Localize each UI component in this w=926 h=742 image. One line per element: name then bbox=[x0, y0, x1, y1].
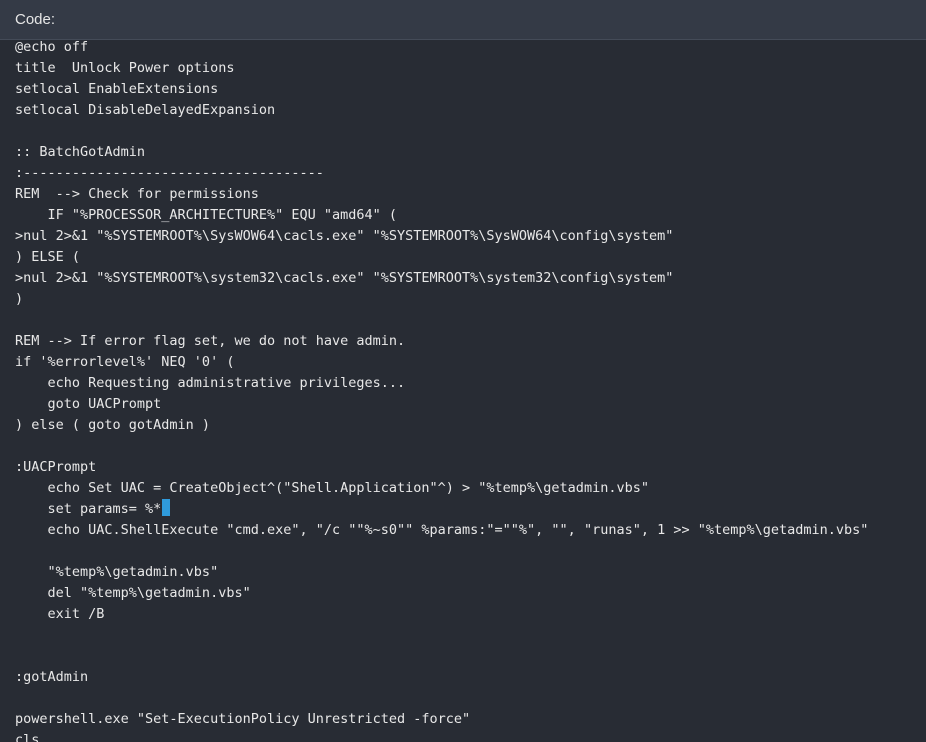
code-line: title Unlock Power options bbox=[15, 60, 235, 76]
code-line: exit /B bbox=[15, 606, 105, 622]
code-line: REM --> If error flag set, we do not hav… bbox=[15, 333, 406, 349]
code-header: Code: bbox=[0, 0, 926, 40]
code-line: if '%errorlevel%' NEQ '0' ( bbox=[15, 354, 235, 370]
code-line: ) bbox=[15, 291, 24, 307]
code-line: goto UACPrompt bbox=[15, 396, 162, 412]
code-header-label: Code: bbox=[15, 11, 56, 28]
code-line: set params= %* bbox=[15, 499, 926, 520]
code-line: echo UAC.ShellExecute "cmd.exe", "/c ""%… bbox=[15, 522, 869, 538]
code-line: ) else ( goto gotAdmin ) bbox=[15, 417, 211, 433]
code-line: IF "%PROCESSOR_ARCHITECTURE%" EQU "amd64… bbox=[15, 207, 398, 223]
code-line: del "%temp%\getadmin.vbs" bbox=[15, 585, 251, 601]
code-line: powershell.exe "Set-ExecutionPolicy Unre… bbox=[15, 711, 471, 727]
code-line: cls bbox=[15, 732, 40, 742]
code-panel: Code: @echo off title Unlock Power option… bbox=[0, 0, 926, 742]
code-line: echo Set UAC = CreateObject^("Shell.Appl… bbox=[15, 480, 649, 496]
code-line: setlocal DisableDelayedExpansion bbox=[15, 102, 276, 118]
text-cursor bbox=[162, 499, 171, 516]
code-line: >nul 2>&1 "%SYSTEMROOT%\SysWOW64\cacls.e… bbox=[15, 228, 674, 244]
code-line: ) ELSE ( bbox=[15, 249, 81, 265]
code-line: :------------------------------------- bbox=[15, 165, 324, 181]
code-line: :UACPrompt bbox=[15, 459, 97, 475]
code-line: @echo off bbox=[15, 39, 89, 55]
code-block[interactable]: @echo off title Unlock Power options setlo… bbox=[15, 37, 926, 742]
code-line: "%temp%\getadmin.vbs" bbox=[15, 564, 219, 580]
code-line: setlocal EnableExtensions bbox=[15, 81, 219, 97]
code-line: :: BatchGotAdmin bbox=[15, 144, 146, 160]
code-line: REM --> Check for permissions bbox=[15, 186, 259, 202]
code-line: echo Requesting administrative privilege… bbox=[15, 375, 406, 391]
code-line: >nul 2>&1 "%SYSTEMROOT%\system32\cacls.e… bbox=[15, 270, 674, 286]
code-line: :gotAdmin bbox=[15, 669, 89, 685]
